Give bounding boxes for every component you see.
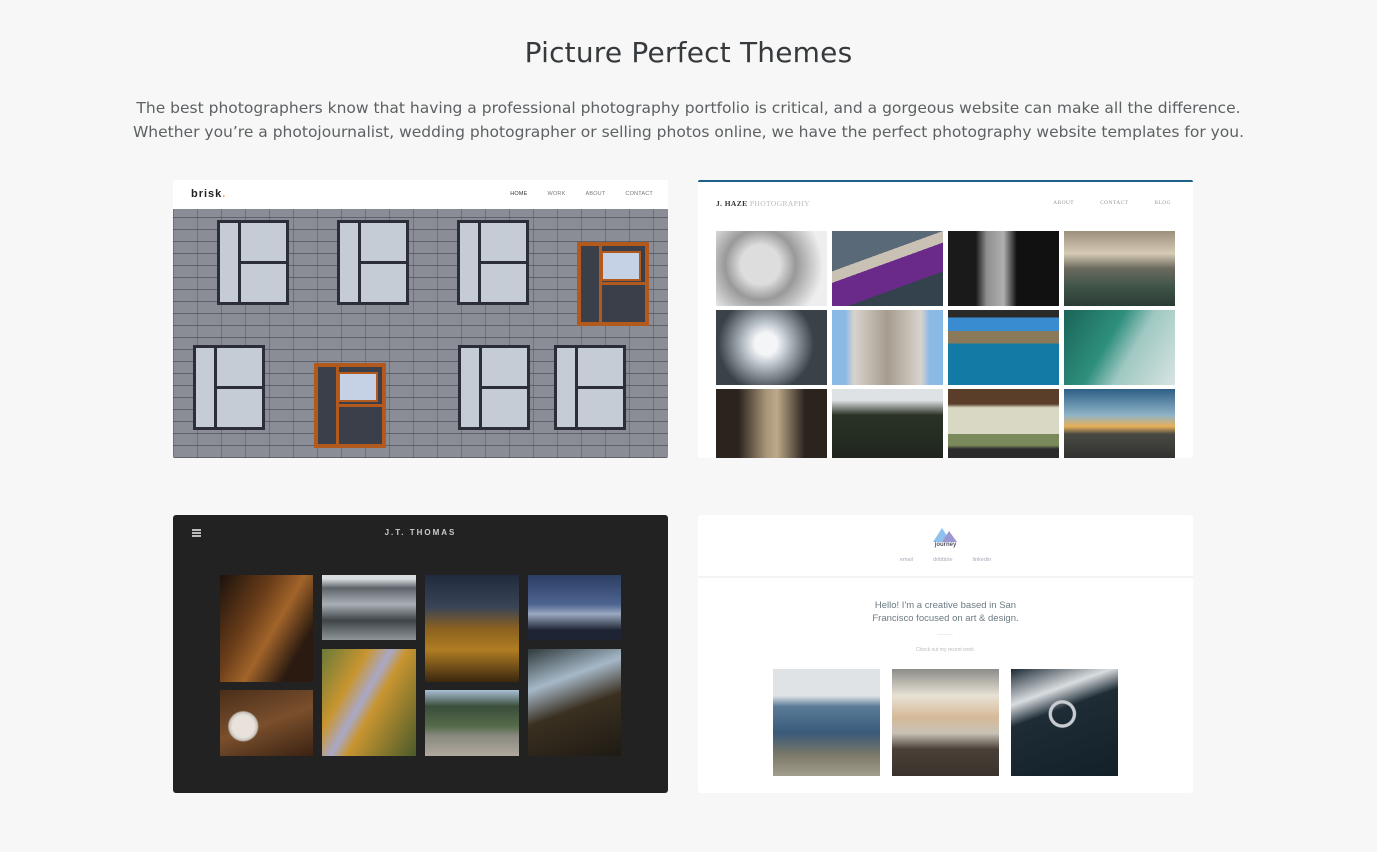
photo-machu-picchu [773, 669, 880, 776]
photo-lake-pier [425, 690, 519, 756]
theme-card-jhaze[interactable]: J. HAZE PHOTOGRAPHY ABOUT CONTACT BLOG [698, 180, 1193, 458]
page-title: Picture Perfect Themes [524, 36, 853, 69]
photo-green-wave [1064, 310, 1175, 385]
photo-tower [832, 310, 943, 385]
photo-skyscrapers [716, 310, 827, 385]
photo-beach [892, 669, 999, 776]
journey-intro: Hello! I'm a creative based in San Franc… [872, 600, 1019, 624]
brisk-navbar: brisk. HOME WORK ABOUT CONTACT [173, 180, 668, 209]
journey-cta: Check out my recent work. [915, 647, 976, 653]
photo-night-street [220, 575, 313, 682]
intro-line-2: Whether you’re a photojournalist, weddin… [132, 123, 1245, 141]
window [337, 220, 409, 305]
brisk-nav-about: ABOUT [585, 191, 606, 197]
journey-links: email dribbble linkedin [698, 557, 1193, 563]
brisk-nav-contact: CONTACT [625, 191, 653, 197]
photo-man-portrait [948, 231, 1059, 306]
photo-stormy-sea [322, 575, 416, 640]
journey-logo-name: journey [934, 542, 957, 548]
window-orange [577, 242, 649, 326]
window-orange [314, 363, 386, 448]
brisk-menu: HOME WORK ABOUT CONTACT [510, 191, 653, 197]
brisk-nav-work: WORK [547, 191, 566, 197]
brisk-hero-image [173, 209, 668, 458]
photo-vintage-car [948, 389, 1059, 458]
journey-divider [698, 576, 1193, 578]
photo-ocean-sunset [1064, 231, 1175, 306]
intro-line-1: The best photographers know that having … [136, 99, 1241, 117]
photo-canal [716, 389, 827, 458]
mountain-icon [933, 528, 957, 542]
journey-link-email: email [899, 557, 913, 563]
photo-sea-cave [948, 310, 1059, 385]
haze-photo-grid [716, 231, 1175, 458]
brisk-nav-home: HOME [510, 191, 528, 197]
theme-card-brisk[interactable]: brisk. HOME WORK ABOUT CONTACT [173, 180, 668, 458]
photo-coffee [220, 690, 313, 756]
haze-navbar: J. HAZE PHOTOGRAPHY ABOUT CONTACT BLOG [698, 182, 1193, 224]
window [554, 345, 626, 430]
theme-card-journey[interactable]: journey email dribbble linkedin Hello! I… [698, 515, 1193, 793]
intro-text: The best photographers know that having … [0, 96, 1377, 144]
photo-coastal-road [1064, 389, 1175, 458]
window [217, 220, 289, 305]
photo-car-interior [1011, 669, 1118, 776]
haze-nav-contact: CONTACT [1100, 200, 1129, 206]
haze-menu: ABOUT CONTACT BLOG [1053, 200, 1171, 206]
window [458, 345, 530, 430]
theme-card-jtthomas[interactable]: J.T. THOMAS [173, 515, 668, 793]
haze-logo: J. HAZE PHOTOGRAPHY [716, 199, 810, 208]
photo-desert-rock [425, 575, 519, 682]
window [193, 345, 265, 430]
photo-woman-mountains [832, 389, 943, 458]
photo-storm-house [528, 575, 621, 640]
haze-nav-about: ABOUT [1053, 200, 1075, 206]
brisk-logo: brisk. [191, 188, 227, 200]
photo-tall-trees [528, 649, 621, 756]
photo-elderly-woman [716, 231, 827, 306]
journey-link-dribbble: dribbble [932, 557, 953, 563]
journey-rule [937, 634, 953, 635]
journey-link-linkedin: linkedin [972, 557, 992, 563]
window [457, 220, 529, 305]
photo-boat-woman [832, 231, 943, 306]
photo-forest-road [322, 649, 416, 756]
thomas-title: J.T. THOMAS [384, 528, 457, 537]
haze-nav-blog: BLOG [1154, 200, 1171, 206]
